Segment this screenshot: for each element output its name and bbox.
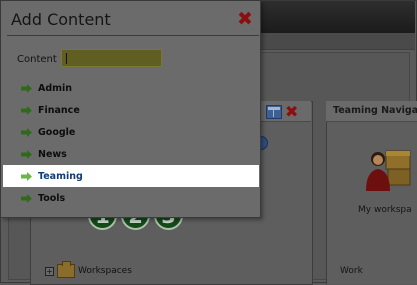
content-category-list: Admin Finance Google News Teaming Tools bbox=[1, 77, 260, 209]
workspace-folder-icon bbox=[57, 261, 75, 278]
content-label: Content bbox=[17, 54, 57, 65]
category-label: Tools bbox=[38, 192, 66, 204]
window-layout-icon[interactable] bbox=[266, 105, 282, 119]
arrow-right-icon bbox=[21, 84, 32, 93]
close-icon[interactable]: ✖ bbox=[237, 9, 253, 29]
arrow-right-icon bbox=[21, 172, 32, 181]
dialog-title: Add Content bbox=[11, 10, 111, 29]
category-item-finance[interactable]: Finance bbox=[1, 99, 260, 121]
close-icon[interactable]: ✖ bbox=[285, 104, 298, 120]
category-item-news[interactable]: News bbox=[1, 143, 260, 165]
category-item-admin[interactable]: Admin bbox=[1, 77, 260, 99]
category-label: Teaming bbox=[38, 170, 83, 182]
category-item-google[interactable]: Google bbox=[1, 121, 260, 143]
arrow-right-icon bbox=[21, 194, 32, 203]
workspace-tree-item[interactable]: + Workspaces bbox=[45, 261, 132, 278]
content-search-input[interactable] bbox=[61, 49, 162, 67]
category-label: Finance bbox=[38, 104, 80, 116]
expand-icon[interactable]: + bbox=[45, 266, 54, 276]
my-workspace-label[interactable]: My workspa bbox=[358, 205, 412, 215]
category-label: Admin bbox=[38, 82, 73, 94]
category-label: News bbox=[38, 148, 67, 160]
arrow-right-icon bbox=[21, 106, 32, 115]
user-workspace-icon[interactable] bbox=[364, 145, 414, 197]
category-label: Google bbox=[38, 126, 76, 138]
arrow-right-icon bbox=[21, 150, 32, 159]
arrow-right-icon bbox=[21, 128, 32, 137]
category-item-tools[interactable]: Tools bbox=[1, 187, 260, 209]
tree-label: Workspaces bbox=[78, 266, 132, 276]
panel-title: Teaming Navigat bbox=[333, 105, 417, 116]
category-item-teaming[interactable]: Teaming bbox=[3, 165, 259, 187]
add-content-dialog: Add Content ✖ Content Admin Finance Goog… bbox=[1, 1, 261, 218]
text-cursor bbox=[66, 53, 67, 64]
panel-controls: ✖ bbox=[266, 104, 298, 120]
work-label: Work bbox=[340, 266, 363, 276]
divider bbox=[7, 35, 259, 36]
